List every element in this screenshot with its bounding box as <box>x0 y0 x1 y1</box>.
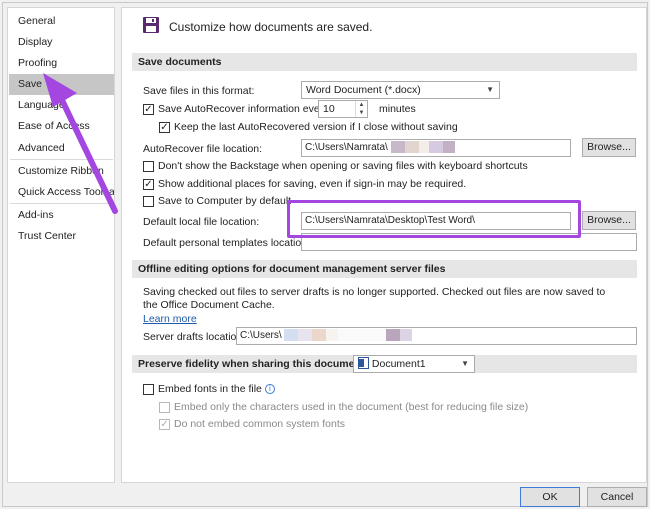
cancel-button[interactable]: Cancel <box>587 487 647 507</box>
ok-button[interactable]: OK <box>520 487 580 507</box>
annotation-arrow-icon <box>43 73 118 214</box>
options-dialog: General Display Proofing Save Language E… <box>2 2 648 507</box>
